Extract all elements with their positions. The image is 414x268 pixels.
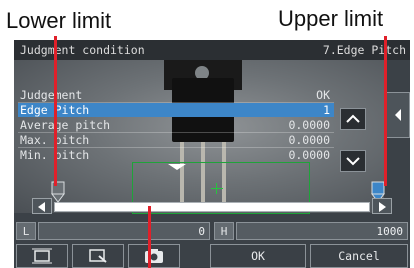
- row-value: 1: [323, 103, 330, 117]
- scroll-down-icon: [346, 157, 360, 166]
- upper-limit-label: H: [214, 222, 234, 240]
- row-value: 0.0000: [288, 133, 330, 147]
- upper-limit-callout: Upper limit: [278, 6, 384, 31]
- lower-limit-callout: Lower limit: [6, 8, 112, 33]
- row-value: 0.0000: [288, 118, 330, 132]
- row-label: Judgement: [20, 88, 83, 102]
- row-value: 0.0000: [288, 148, 330, 162]
- slider-right-button[interactable]: [372, 198, 392, 214]
- lower-limit-leader: [54, 36, 57, 186]
- row-label: Average pitch: [20, 118, 111, 132]
- zoom-icon: [89, 249, 107, 263]
- upper-limit-field[interactable]: 1000: [236, 222, 408, 240]
- scroll-up-button[interactable]: [340, 108, 366, 130]
- region-marker: [168, 164, 186, 170]
- slider-leader: [148, 206, 151, 268]
- left-arrow-icon: [38, 202, 45, 212]
- fit-frame-button[interactable]: [16, 244, 68, 268]
- ok-button[interactable]: OK: [210, 244, 306, 268]
- side-panel-button[interactable]: [386, 92, 410, 138]
- slider-left-button[interactable]: [32, 198, 52, 214]
- slider-track[interactable]: [54, 202, 370, 212]
- title-bar: Judgment condition 7.Edge Pitch: [14, 40, 410, 60]
- limit-slider: [14, 176, 410, 216]
- mode-label: 7.Edge Pitch: [322, 43, 406, 57]
- lower-limit-label: L: [16, 222, 36, 240]
- side-expand-icon: [395, 109, 401, 121]
- action-bar: OK Cancel: [14, 244, 410, 268]
- row-min-pitch[interactable]: Min. pitch 0.0000: [18, 148, 334, 162]
- measurement-table: Judgement OK Edge Pitch 1 Average pitch …: [18, 88, 334, 166]
- cancel-button[interactable]: Cancel: [310, 244, 408, 268]
- row-max-pitch[interactable]: Max. pitch 0.0000: [18, 133, 334, 147]
- lower-limit-handle[interactable]: [50, 180, 66, 204]
- limit-fields: L 0 H 1000: [14, 222, 410, 240]
- row-judgement[interactable]: Judgement OK: [18, 88, 334, 102]
- lower-limit-field[interactable]: 0: [38, 222, 210, 240]
- row-average-pitch[interactable]: Average pitch 0.0000: [18, 118, 334, 132]
- upper-limit-leader: [384, 36, 387, 186]
- camera-screen: Judgment condition 7.Edge Pitch Judgemen…: [14, 40, 410, 268]
- right-arrow-icon: [379, 202, 386, 212]
- capture-button[interactable]: [128, 244, 180, 268]
- screen-title: Judgment condition: [20, 43, 145, 57]
- scroll-down-button[interactable]: [340, 150, 366, 172]
- row-edge-pitch[interactable]: Edge Pitch 1: [18, 103, 334, 117]
- fit-frame-icon: [32, 248, 52, 264]
- row-value: OK: [316, 88, 330, 102]
- zoom-button[interactable]: [72, 244, 124, 268]
- camera-icon: [145, 249, 163, 263]
- scroll-up-icon: [346, 114, 360, 123]
